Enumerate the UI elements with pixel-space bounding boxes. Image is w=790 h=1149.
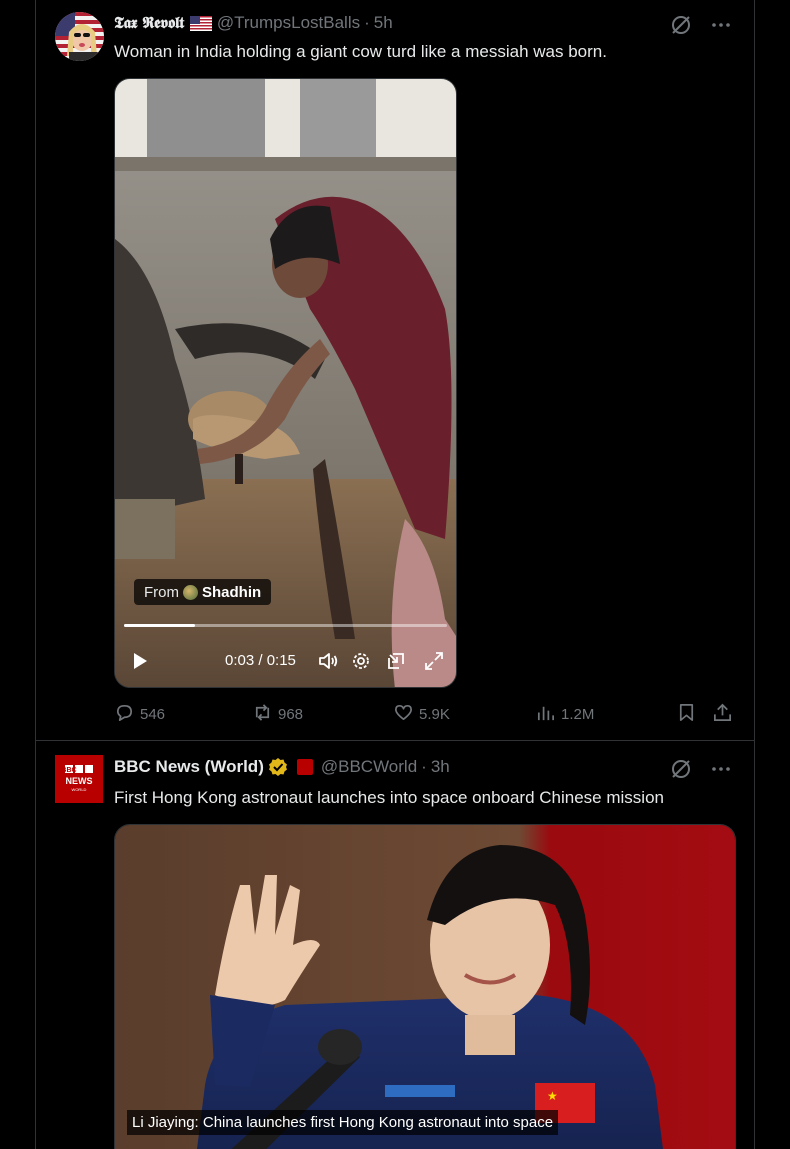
display-name[interactable]: BBC News (World) bbox=[114, 757, 264, 777]
photo-image: ★ bbox=[115, 825, 735, 1149]
separator-dot: · bbox=[364, 13, 370, 32]
volume-icon[interactable] bbox=[318, 651, 338, 671]
like-icon bbox=[393, 702, 419, 727]
reply-count: 546 bbox=[140, 706, 166, 723]
video-progress-bar[interactable] bbox=[124, 624, 447, 627]
video-source-badge[interactable]: From Shadhin bbox=[134, 579, 272, 605]
bookmark-button[interactable] bbox=[676, 702, 702, 727]
avatar-logo-b1: BBC bbox=[61, 767, 76, 774]
timestamp[interactable]: 3h bbox=[431, 757, 450, 777]
video-caption: Li Jiaying: China launches first Hong Ko… bbox=[127, 1110, 559, 1135]
tweet[interactable]: 𝕿𝖆𝖝 𝕽𝖊𝖛𝖔𝖑𝖙 @TrumpsLostBalls · 5h Woman i… bbox=[36, 0, 754, 741]
tweet-text: First Hong Kong astronaut launches into … bbox=[114, 788, 664, 807]
share-icon bbox=[712, 702, 738, 727]
repost-icon bbox=[252, 702, 278, 727]
source-avatar bbox=[183, 584, 198, 600]
bookmark-icon bbox=[676, 702, 702, 727]
reply-icon bbox=[114, 702, 140, 727]
play-icon[interactable] bbox=[132, 652, 148, 675]
svg-text:★: ★ bbox=[547, 1089, 558, 1103]
video-controls: 0:03 / 0:15 bbox=[115, 649, 456, 673]
grok-icon[interactable] bbox=[670, 14, 692, 41]
us-flag-icon bbox=[189, 15, 212, 31]
tweet-header: BBC News (World) @BBCWorld · 3h bbox=[114, 757, 450, 777]
video-progress-fill bbox=[124, 624, 196, 627]
from-label: From bbox=[144, 583, 179, 601]
separator-dot: · bbox=[421, 757, 427, 776]
dock-icon[interactable] bbox=[386, 651, 406, 671]
avatar[interactable] bbox=[55, 12, 104, 61]
like-count: 5.9K bbox=[419, 706, 450, 723]
tweet-top-actions bbox=[670, 14, 732, 41]
settings-icon[interactable] bbox=[351, 651, 371, 671]
repost-button[interactable]: 968 bbox=[252, 702, 303, 727]
reply-button[interactable]: 546 bbox=[114, 702, 165, 727]
handle[interactable]: @BBCWorld bbox=[321, 757, 417, 777]
views-icon bbox=[535, 702, 561, 727]
repost-count: 968 bbox=[278, 706, 304, 723]
tweet[interactable]: BBC NEWS WORLD BBC News (World) @BBCWorl… bbox=[36, 742, 754, 1149]
timeline-column: 𝕿𝖆𝖝 𝕽𝖊𝖛𝖔𝖑𝖙 @TrumpsLostBalls · 5h Woman i… bbox=[35, 0, 755, 1149]
like-button[interactable]: 5.9K bbox=[393, 702, 450, 727]
handle[interactable]: @TrumpsLostBalls bbox=[217, 13, 360, 33]
verified-badge-icon[interactable] bbox=[268, 757, 288, 777]
video-player[interactable]: From Shadhin 0:03 / 0:15 bbox=[114, 78, 457, 688]
tweet-top-actions bbox=[670, 758, 732, 785]
tweet-header: 𝕿𝖆𝖝 𝕽𝖊𝖛𝖔𝖑𝖙 @TrumpsLostBalls · 5h bbox=[114, 13, 393, 33]
views-button[interactable]: 1.2M bbox=[535, 702, 594, 727]
fullscreen-icon[interactable] bbox=[424, 651, 444, 671]
affiliate-badge-icon[interactable] bbox=[296, 759, 313, 775]
source-name: Shadhin bbox=[202, 583, 262, 601]
engagement-bar: 546 968 5.9K 1.2M bbox=[114, 702, 736, 726]
more-icon[interactable] bbox=[710, 758, 732, 785]
more-icon[interactable] bbox=[710, 14, 732, 41]
video-timecode: 0:03 / 0:15 bbox=[225, 652, 296, 669]
avatar[interactable]: BBC NEWS WORLD bbox=[55, 755, 103, 803]
avatar-logo-news: NEWS bbox=[66, 776, 93, 786]
views-count: 1.2M bbox=[561, 706, 595, 723]
grok-icon[interactable] bbox=[670, 758, 692, 785]
share-button[interactable] bbox=[712, 702, 738, 727]
news-photo[interactable]: ★ Li Jiaying: China launches first Hong … bbox=[114, 824, 736, 1149]
avatar-logo-world: WORLD bbox=[72, 787, 87, 792]
timestamp[interactable]: 5h bbox=[374, 13, 393, 33]
tweet-text: Woman in India holding a giant cow turd … bbox=[114, 42, 607, 61]
display-name[interactable]: 𝕿𝖆𝖝 𝕽𝖊𝖛𝖔𝖑𝖙 bbox=[114, 13, 184, 33]
